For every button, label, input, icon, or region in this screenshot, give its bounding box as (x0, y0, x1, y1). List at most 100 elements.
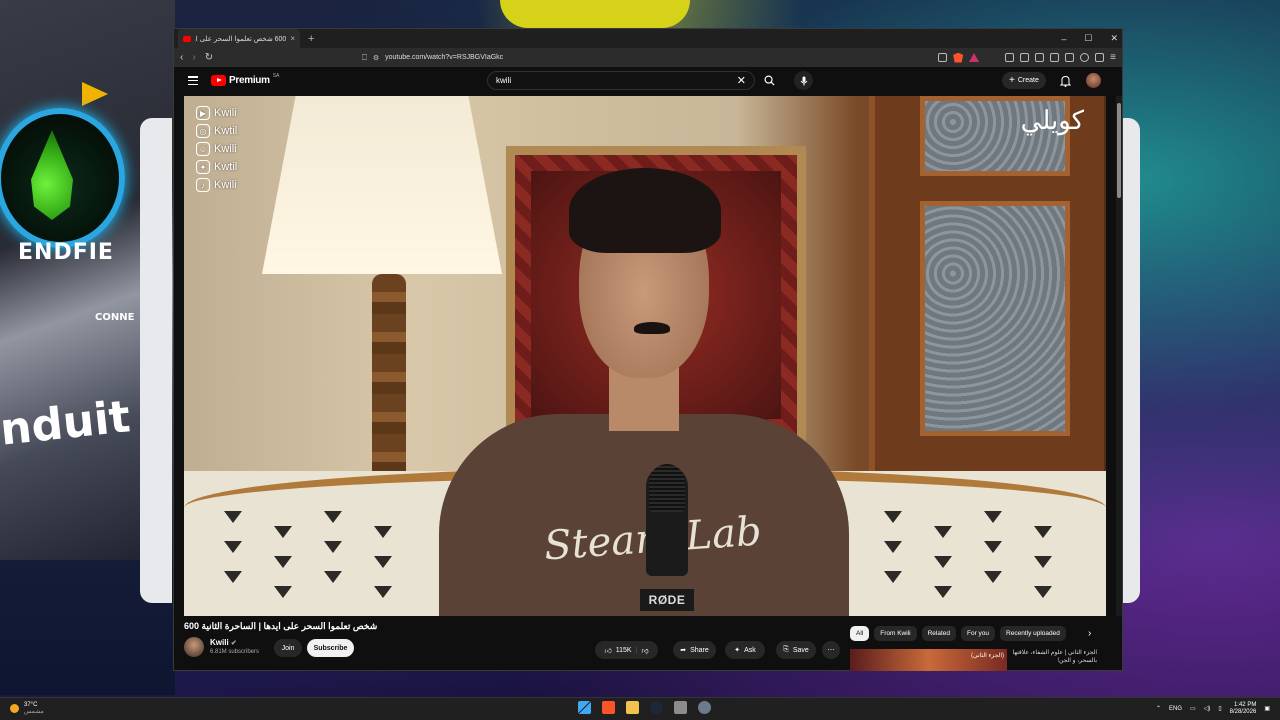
windows-taskbar: 37°C مشمس ⌃ ENG ▭ ◁) ▯ 1:42 PM 8/28/2026 ▣ (0, 697, 1280, 720)
brave-shields-icon[interactable] (953, 52, 964, 63)
new-tab-button[interactable]: + (308, 33, 314, 45)
menu-icon[interactable]: ≡ (1110, 52, 1116, 63)
wallpaper-arrow-decoration (82, 82, 108, 106)
download-icon[interactable] (1095, 53, 1105, 62)
chip-recently-uploaded[interactable]: Recently uploaded (1000, 626, 1066, 641)
voice-search-button[interactable] (794, 71, 813, 90)
microphone-grill (649, 464, 685, 512)
share-button[interactable]: ➦ Share (673, 641, 716, 659)
site-info-icon[interactable]: ⚙ (373, 54, 379, 62)
sparkle-icon: ✦ (734, 647, 741, 654)
cast-icon[interactable] (938, 53, 948, 62)
like-dislike-button[interactable]: 👍︎ 115K | 👎︎ (595, 641, 658, 659)
scrollbar-thumb[interactable] (1117, 103, 1121, 198)
vpn-icon[interactable] (1080, 53, 1090, 62)
chip-all[interactable]: All (850, 626, 870, 641)
social-handle: Kwtil (214, 125, 238, 137)
chip-related[interactable]: Related (921, 626, 956, 641)
youtube-masthead: Premium SA kwili ✕ + Create (174, 67, 1122, 95)
recommended-video-thumbnail[interactable]: (الجزء الثاني) (850, 649, 1007, 671)
notification-icon[interactable]: ▣ (1264, 705, 1270, 712)
channel-watermark: كويلي (1020, 106, 1084, 136)
more-actions-button[interactable]: ⋯ (822, 641, 840, 659)
social-handle: Kwili (214, 107, 237, 119)
social-handle: Kwili (214, 143, 237, 155)
brave-rewards-icon[interactable] (969, 53, 980, 62)
sidebar-icon[interactable] (1035, 53, 1045, 62)
chip-for-you[interactable]: For you (960, 626, 996, 641)
chevron-right-icon[interactable]: › (1088, 628, 1091, 639)
person-shirt (439, 414, 849, 616)
chevron-up-icon[interactable]: ⌃ (1156, 705, 1161, 712)
reload-icon[interactable]: ↻ (205, 52, 213, 63)
chip-from-channel[interactable]: From Kwili (874, 626, 917, 641)
notifications-button[interactable] (1059, 74, 1072, 92)
language-indicator[interactable]: ENG (1169, 706, 1182, 712)
clear-search-icon[interactable]: ✕ (737, 74, 746, 87)
save-button[interactable]: ⎘ Save (776, 641, 816, 659)
plus-icon: + (1009, 75, 1015, 86)
snapchat-icon: ☺ (196, 142, 210, 156)
account-avatar[interactable] (1086, 73, 1101, 88)
maximize-button[interactable]: ☐ (1084, 33, 1092, 44)
clock[interactable]: 1:42 PM 8/28/2026 (1230, 702, 1257, 716)
steam-icon[interactable] (650, 701, 663, 714)
ask-label: Ask (744, 646, 756, 654)
back-arrow-icon[interactable]: ‹ (180, 52, 183, 63)
settings-gear-icon[interactable] (698, 701, 711, 714)
file-explorer-icon[interactable] (626, 701, 639, 714)
thumbnail-badge: (الجزء الثاني) (971, 653, 1004, 659)
search-value: kwili (496, 76, 512, 85)
tab-bar: 600 شخص تعلموا السحر على ايدها... × + – … (174, 29, 1122, 48)
battery-icon[interactable]: ▯ (1218, 705, 1221, 712)
windows-start-icon[interactable] (578, 701, 591, 714)
url-field[interactable]: ⎕ ⚙ youtube.com/watch?v=RSJBGVIaGkc (362, 50, 882, 65)
wallpaper-sub-text: CONNE (95, 312, 135, 323)
create-label: Create (1017, 77, 1039, 84)
browser-tab-active[interactable]: 600 شخص تعلموا السحر على ايدها... × (178, 29, 300, 48)
wallpaper-brand-text: ENDFIE (18, 240, 114, 265)
search-button[interactable] (758, 71, 780, 90)
channel-name[interactable]: Kwili ✔ (210, 638, 237, 647)
thumbs-down-icon[interactable]: 👎︎ (641, 646, 648, 655)
person-hair (569, 168, 721, 253)
thumbs-up-icon[interactable]: 👍︎ (604, 646, 611, 655)
recommendation-filter-chips: All From Kwili Related For you Recently … (850, 626, 1066, 641)
recommended-video-title[interactable]: الجزء الثاني | علوم الشفاء، علاقتها بالس… (1012, 649, 1097, 665)
channel-avatar[interactable] (184, 637, 204, 657)
cabinet-pane-bottom (920, 201, 1070, 436)
subscribe-button[interactable]: Subscribe (307, 639, 354, 657)
forward-arrow-icon[interactable]: › (192, 52, 195, 63)
social-handle: Kwili (214, 179, 237, 191)
volume-icon[interactable]: ◁) (1204, 705, 1211, 712)
leo-ai-icon[interactable] (1065, 53, 1075, 62)
address-bar-row: ‹ › ↻ ⎕ ⚙ youtube.com/watch?v=RSJBGVIaGk… (174, 48, 1122, 67)
wallet-icon[interactable] (1050, 53, 1060, 62)
video-player[interactable]: Steam Lab RØDE ▶ Kwili ◎ Kwtil ☺ Kwili ✦ Kwt… (184, 96, 1106, 616)
verified-icon: ✔ (230, 640, 237, 647)
share-icon: ➦ (680, 647, 687, 654)
youtube-premium-logo[interactable]: Premium SA (211, 73, 279, 86)
url-text: youtube.com/watch?v=RSJBGVIaGkc (385, 54, 504, 61)
search-input[interactable]: kwili ✕ (487, 71, 755, 90)
minimize-button[interactable]: – (1061, 34, 1066, 44)
create-button[interactable]: + Create (1002, 72, 1046, 89)
lamp-stand (372, 274, 406, 489)
tab-close-button[interactable]: × (290, 34, 295, 43)
weather-widget[interactable]: 37°C مشمس (10, 702, 44, 715)
guide-menu-icon[interactable] (188, 76, 198, 85)
network-icon[interactable]: ▭ (1190, 705, 1196, 712)
like-count: 115K (615, 646, 632, 654)
date: 8/28/2026 (1229, 708, 1257, 715)
browser-window: 600 شخص تعلموا السحر على ايدها... × + – … (173, 28, 1123, 671)
social-instagram: ◎ Kwtil (196, 124, 237, 138)
ask-button[interactable]: ✦ Ask (725, 641, 765, 659)
join-button[interactable]: Join (274, 639, 302, 657)
bookmark-icon[interactable]: ⎕ (362, 53, 367, 63)
media-icon[interactable] (1020, 53, 1030, 62)
taskbar-apps (578, 701, 711, 714)
close-window-button[interactable]: ✕ (1110, 33, 1118, 44)
brave-browser-icon[interactable] (602, 701, 615, 714)
extension-puzzle-icon[interactable] (1005, 53, 1015, 62)
app-icon[interactable] (674, 701, 687, 714)
